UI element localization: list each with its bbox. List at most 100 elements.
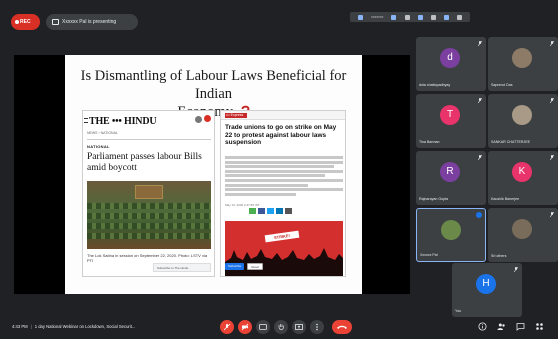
mic-off-icon [550, 155, 554, 160]
avatar: K [512, 162, 532, 182]
participant-name: Rajnarayan Gupta [419, 197, 449, 201]
mic-off-icon [478, 41, 482, 46]
article-actions: Subscribe Read [225, 263, 263, 270]
subscribe-button[interactable]: Subscribe [225, 263, 245, 270]
toolbar-pin-icon[interactable] [430, 14, 436, 20]
body-line [225, 178, 343, 182]
participant-tile[interactable]: SANKAR CHATTERJEE [488, 94, 558, 148]
info-separator: | [30, 324, 32, 329]
avatar [512, 219, 532, 239]
participant-tile[interactable]: K Kaushik Banerjee [488, 151, 558, 205]
strike-banner: STRIKE! [264, 230, 300, 243]
raise-hand-button[interactable] [274, 320, 288, 334]
email-icon [285, 208, 292, 214]
menu-icon [84, 118, 88, 123]
article-date: May 13, 2020 2:47:56 IST [225, 203, 260, 207]
facebook-icon [258, 208, 265, 214]
express-logo: ••• Express [225, 113, 247, 118]
mic-off-icon [223, 323, 231, 331]
end-call-icon [337, 325, 347, 329]
participant-tile[interactable]: Sri others [488, 208, 558, 262]
notification-icon [204, 115, 211, 122]
record-dot-icon [15, 20, 19, 24]
participant-name: dola chattopadhyay [419, 83, 451, 87]
chat-icon[interactable] [516, 322, 525, 331]
clock-time: 4:43 PM [12, 324, 28, 329]
express-header: ••• Express [221, 111, 345, 120]
photo-bench-row [87, 213, 211, 219]
presentation-stage: Is Dismantling of Labour Laws Beneficial… [14, 55, 410, 294]
mic-off-icon [514, 267, 518, 272]
read-button[interactable]: Read [247, 263, 263, 270]
article-headline: Parliament passes labour Bills amid boyc… [87, 152, 202, 173]
mic-off-icon [550, 41, 554, 46]
participant-tile[interactable]: R Rajnarayan Gupta [416, 151, 486, 205]
captions-icon [259, 324, 267, 330]
self-tile[interactable]: H You [452, 263, 522, 317]
article-body [225, 156, 343, 197]
more-vert-icon [316, 323, 318, 331]
avatar: d [440, 48, 460, 68]
camera-off-icon [241, 323, 249, 331]
subscribe-banner: Subscribe to The Hindu [153, 263, 211, 272]
body-line [225, 183, 308, 187]
info-icon[interactable] [478, 322, 487, 331]
present-button[interactable] [292, 320, 306, 334]
article-breadcrumb: NEWS › NATIONAL [87, 131, 118, 135]
article-headline: Trade unions to go on strike on May 22 t… [225, 124, 337, 147]
participant-name: Sapnmoi Das [491, 83, 513, 87]
participant-tile[interactable]: d dola chattopadhyay [416, 37, 486, 91]
toolbar-label: xxxxxxx [371, 15, 384, 19]
linkedin-icon [276, 208, 283, 214]
express-article: ••• Express Trade unions to go on strike… [220, 110, 346, 277]
toolbar-tab-icon[interactable] [358, 14, 364, 20]
avatar: H [476, 274, 496, 294]
twitter-icon [267, 208, 274, 214]
toolbar-expand-icon[interactable] [443, 14, 449, 20]
bottom-bar: 4:43 PM | 1 day National Webinar on Lockdo… [0, 312, 558, 339]
leave-call-button[interactable] [332, 320, 352, 334]
crowd-silhouette [225, 248, 343, 276]
camera-toggle-button[interactable] [238, 320, 252, 334]
activities-icon[interactable] [535, 322, 544, 331]
body-line [225, 188, 343, 192]
body-line [225, 169, 343, 173]
participant-tile[interactable]: Sapnmoi Das [488, 37, 558, 91]
participant-name: Sri others [491, 254, 507, 258]
more-options-button[interactable] [310, 320, 324, 334]
toolbar-more-icon[interactable] [456, 14, 462, 20]
parliament-photo [87, 181, 211, 249]
photo-dais [135, 185, 163, 199]
photo-caption: The Lok Sabha in session on September 22… [87, 253, 208, 263]
presenting-label: Xxxxxx Pal is presenting [62, 19, 117, 25]
toolbar-stop-icon[interactable] [391, 14, 397, 20]
present-screen-icon [52, 19, 59, 25]
body-line [225, 165, 334, 169]
captions-button[interactable] [256, 320, 270, 334]
avatar: T [440, 105, 460, 125]
photo-bench-row [87, 233, 211, 239]
mic-off-icon [550, 212, 554, 217]
presenter-tile[interactable]: Xxxxxx Pal [416, 208, 486, 262]
present-screen-icon [295, 324, 303, 330]
participant-name: Xxxxxx Pal [420, 253, 438, 257]
article-section: NATIONAL [87, 144, 110, 149]
participant-name: Tina Barman [419, 140, 440, 144]
participant-tile[interactable]: T Tina Barman [416, 94, 486, 148]
presenting-chip[interactable]: Xxxxxx Pal is presenting [46, 14, 138, 30]
share-bar [249, 208, 292, 214]
mic-toggle-button[interactable] [220, 320, 234, 334]
toolbar-hide-icon[interactable] [404, 14, 410, 20]
toolbar-share-icon[interactable] [417, 14, 423, 20]
meet-window: REC Xxxxxx Pal is presenting xxxxxxx Is … [0, 0, 558, 339]
avatar [512, 105, 532, 125]
mic-off-icon [478, 155, 482, 160]
photo-bench-row [87, 203, 211, 209]
people-icon[interactable] [497, 322, 506, 331]
avatar [441, 220, 461, 240]
presenter-toolbar: xxxxxxx [350, 12, 470, 22]
body-line [225, 156, 343, 159]
body-line [225, 192, 296, 196]
body-line [225, 174, 326, 178]
participant-name: SANKAR CHATTERJEE [491, 140, 531, 144]
